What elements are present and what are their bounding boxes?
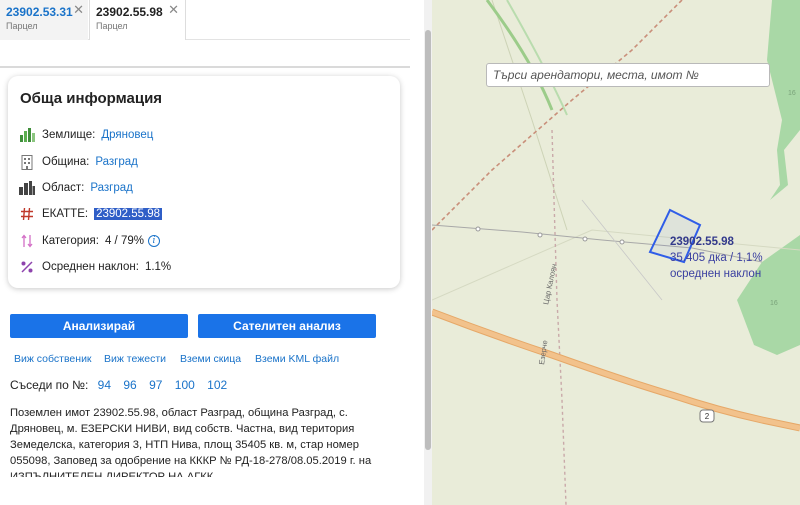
tab-title: 23902.53.31 <box>6 5 73 19</box>
road-label: Езерче <box>537 340 549 366</box>
oblast-link[interactable]: Разград <box>90 182 133 194</box>
neighbor-link[interactable]: 102 <box>207 378 227 392</box>
main-road <box>432 308 800 432</box>
info-icon[interactable]: i <box>147 235 160 247</box>
analyze-button[interactable]: Анализирай <box>10 314 188 338</box>
get-sketch-link[interactable]: Вземи скица <box>180 353 241 365</box>
percent-icon <box>18 259 36 275</box>
panel-content: Обща информация Землище: Дряновец Община… <box>0 68 410 505</box>
general-info-card: Обща информация Землище: Дряновец Община… <box>8 76 400 288</box>
bar-chart-icon <box>18 127 36 143</box>
info-label: Землище: <box>42 129 96 141</box>
building-icon <box>18 154 36 170</box>
tab-parcel-23902-55-98[interactable]: 23902.55.98 Парцел ✕ <box>89 0 186 40</box>
path-marker <box>619 239 625 245</box>
tab-subtitle: Парцел <box>96 21 128 31</box>
info-panel: 23902.53.31 Парцел ✕ 23902.55.98 Парцел … <box>0 0 410 505</box>
parcel-map-id: 23902.55.98 <box>670 236 734 248</box>
info-row-naklon: Осреднен наклон: 1.1% <box>18 258 171 276</box>
neighbor-link[interactable]: 96 <box>123 378 136 392</box>
kategoria-value: 4 / 79% <box>104 235 144 247</box>
sort-arrows-icon <box>18 233 36 249</box>
tab-parcel-23902-53-31[interactable]: 23902.53.31 Парцел ✕ <box>0 0 88 40</box>
info-row-oblast: Област: Разград <box>18 179 133 197</box>
view-encumbrances-link[interactable]: Виж тежести <box>104 353 166 365</box>
tab-subtitle: Парцел <box>6 21 38 31</box>
parcel-description: Поземлен имот 23902.55.98, област Разгра… <box>10 407 372 477</box>
info-label: Осреднен наклон: <box>42 261 139 273</box>
city-icon <box>18 180 36 196</box>
info-label: ЕКАТТЕ: <box>42 208 89 220</box>
path-marker <box>475 226 481 232</box>
parcel-map-label: 23902.55.98 35.405 дка / 1,1% осреднен н… <box>670 234 763 282</box>
obshtina-link[interactable]: Разград <box>95 156 138 168</box>
neighbor-link[interactable]: 94 <box>98 378 111 392</box>
card-title: Обща информация <box>20 90 163 107</box>
parcel-map-slope: осреднен наклон <box>670 268 762 280</box>
neighbors-label: Съседи по №: <box>10 378 89 392</box>
view-owner-link[interactable]: Виж собственик <box>14 353 92 365</box>
parcel-map-area: 35.405 дка / 1,1% <box>670 252 763 264</box>
tab-title: 23902.55.98 <box>96 5 163 19</box>
neighbors-row: Съседи по №: 94 96 97 100 102 <box>10 378 236 392</box>
close-icon[interactable]: ✕ <box>168 3 179 17</box>
ekatte-value[interactable]: 23902.55.98 <box>94 208 163 220</box>
path-marker <box>537 232 543 238</box>
satellite-analysis-button[interactable]: Сателитен анализ <box>198 314 376 338</box>
map-search-input[interactable]: Търси арендатори, места, имот № <box>486 63 770 87</box>
tab-bar: 23902.53.31 Парцел ✕ 23902.55.98 Парцел … <box>0 0 410 40</box>
road-tsar-kaloyan <box>551 129 567 505</box>
forest-area <box>767 0 800 200</box>
info-label: Категория: <box>42 235 99 247</box>
stream-line <box>485 0 554 111</box>
block-number: 16 <box>770 300 778 307</box>
neighbor-link[interactable]: 97 <box>149 378 162 392</box>
map-view[interactable]: 2 Цар Калоян Езерче 16 16 Търси арендато… <box>432 0 800 505</box>
hash-icon <box>18 206 36 222</box>
dirt-track <box>432 0 683 231</box>
stream-line <box>506 0 568 116</box>
neighbor-link[interactable]: 100 <box>175 378 195 392</box>
info-label: Община: <box>42 156 90 168</box>
info-row-zemlishte: Землище: Дряновец <box>18 126 153 144</box>
zemlishte-link[interactable]: Дряновец <box>101 129 153 141</box>
info-row-ekatte: ЕКАТТЕ: 23902.55.98 <box>18 205 163 223</box>
close-icon[interactable]: ✕ <box>73 3 84 17</box>
road-number: 2 <box>705 412 710 421</box>
get-kml-link[interactable]: Вземи KML файл <box>255 353 339 365</box>
road-label: Цар Калоян <box>541 263 558 305</box>
naklon-value: 1.1% <box>144 261 172 273</box>
info-row-kategoria: Категория: 4 / 79% i <box>18 232 160 250</box>
info-row-obshtina: Община: Разград <box>18 153 138 171</box>
path-marker <box>582 236 588 242</box>
scrollbar-thumb[interactable] <box>425 30 431 450</box>
info-label: Област: <box>42 182 85 194</box>
block-number: 16 <box>788 90 796 97</box>
